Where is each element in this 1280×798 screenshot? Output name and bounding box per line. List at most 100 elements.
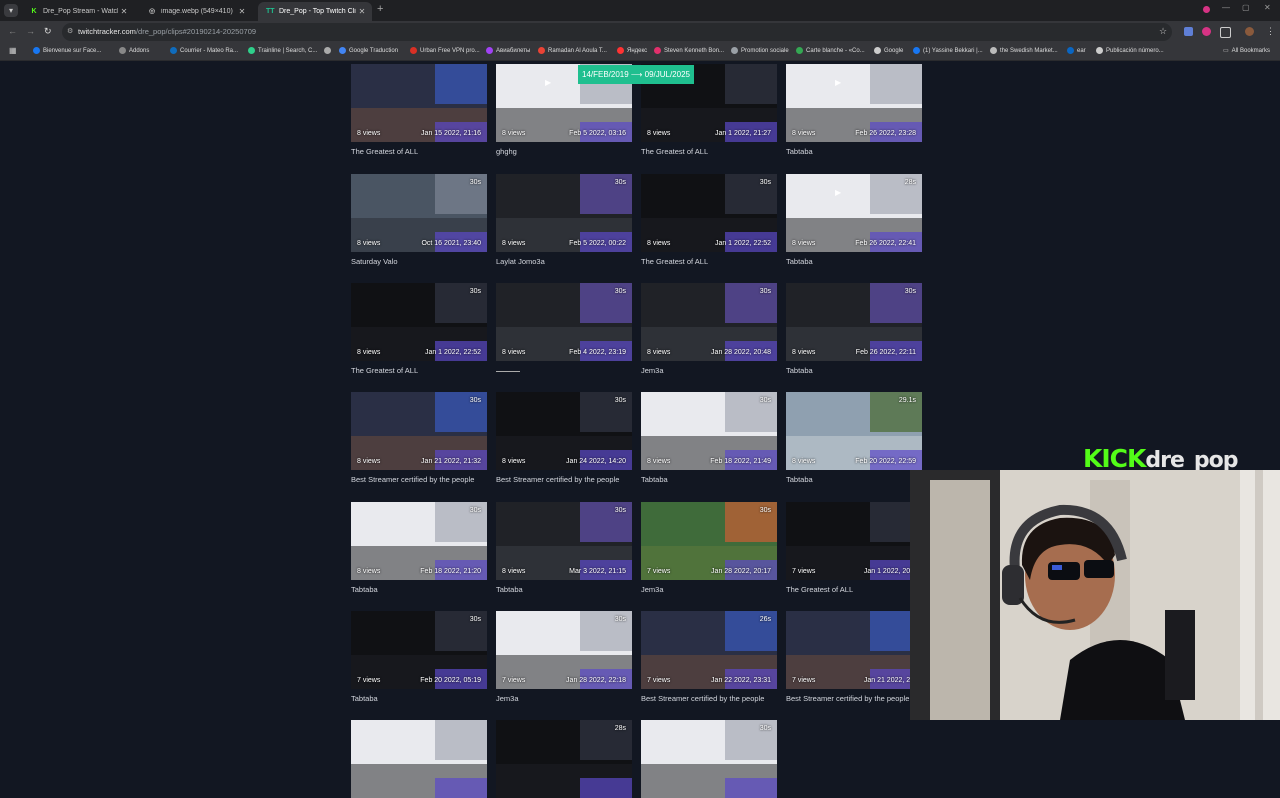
- clip-views: 8 views: [792, 349, 816, 356]
- clip-title[interactable]: Tabtaba: [786, 475, 813, 484]
- clip-thumbnail[interactable]: ▶ 28s 8 views Feb 26 2022, 22:41: [786, 174, 922, 252]
- clip-title[interactable]: Tabtaba: [786, 147, 813, 156]
- clip-thumbnail[interactable]: 30s 8 views Oct 16 2021, 23:40: [351, 174, 487, 252]
- minimize-button[interactable]: —: [1222, 3, 1230, 12]
- clip-title[interactable]: Best Streamer certified by the people: [496, 475, 619, 484]
- bookmark-item[interactable]: Courrier - Mateo Ra...: [170, 47, 238, 54]
- bookmark-item[interactable]: Авиабилеты: [486, 47, 530, 54]
- clip-thumbnail[interactable]: 30s 8 views Feb 26 2022, 22:11: [786, 283, 922, 361]
- clip-title[interactable]: ghghg: [496, 147, 517, 156]
- clip-thumbnail[interactable]: 30s 8 views Jan 24 2022, 14:20: [496, 392, 632, 470]
- clip-thumbnail[interactable]: 30s 7 views Jan 28 2022, 20:17: [641, 502, 777, 580]
- folder-icon: ▭: [1223, 48, 1229, 54]
- date-range-badge[interactable]: 14/FEB/2019 ⟶ 09/JUL/2025: [578, 65, 694, 84]
- profile-dot-icon[interactable]: [1203, 6, 1210, 13]
- new-tab-button[interactable]: +: [377, 3, 383, 15]
- clip-title[interactable]: Best Streamer certified by the people: [351, 475, 474, 484]
- clip-thumbnail[interactable]: 30s: [641, 720, 777, 798]
- clip-thumbnail[interactable]: 28s: [496, 720, 632, 798]
- maximize-button[interactable]: ▢: [1242, 3, 1250, 12]
- apps-grid-icon[interactable]: ▦: [9, 46, 17, 55]
- extensions-puzzle-icon[interactable]: [1220, 27, 1231, 38]
- bookmark-item[interactable]: the Swedish Market...: [990, 47, 1058, 54]
- bookmark-item[interactable]: Яндекс: [617, 47, 647, 54]
- clip-title-empty[interactable]: [496, 371, 520, 372]
- reload-icon[interactable]: ↻: [44, 26, 52, 37]
- clip-thumbnail[interactable]: 30s 8 views Feb 18 2022, 21:49: [641, 392, 777, 470]
- clip-title[interactable]: Jem3a: [641, 585, 664, 594]
- clip-title[interactable]: Tabtaba: [351, 694, 378, 703]
- clip-thumbnail[interactable]: ▶ 8 views Feb 26 2022, 23:28: [786, 64, 922, 142]
- clip-title[interactable]: Saturday Valo: [351, 257, 398, 266]
- bookmark-item[interactable]: Urban Free VPN pro...: [410, 47, 480, 54]
- bookmark-star-icon[interactable]: ☆: [1159, 26, 1167, 37]
- clip-thumbnail[interactable]: 8 views Jan 15 2022, 21:16: [351, 64, 487, 142]
- browser-tab[interactable]: K Dre_Pop Stream - Watch Live o ✕: [22, 2, 134, 21]
- clip-thumbnail[interactable]: 30s 8 views Jan 1 2022, 22:52: [641, 174, 777, 252]
- extension-icon[interactable]: [1184, 27, 1193, 36]
- clip-title[interactable]: Best Streamer certified by the people: [786, 694, 909, 703]
- site-info-icon[interactable]: ⚙: [67, 27, 73, 35]
- close-window-button[interactable]: ✕: [1264, 3, 1271, 12]
- clip-thumbnail[interactable]: 30s 8 views Feb 5 2022, 00:22: [496, 174, 632, 252]
- browser-tab[interactable]: ◎ image.webp (549×410) ✕: [140, 2, 252, 21]
- bookmark-label: ear: [1077, 47, 1086, 54]
- clip-thumbnail[interactable]: 30s 8 views Feb 18 2022, 21:20: [351, 502, 487, 580]
- clip-thumbnail[interactable]: 26s 7 views Jan 22 2022, 23:31: [641, 611, 777, 689]
- clip-thumbnail[interactable]: 30s 8 views Jan 1 2022, 22:52: [351, 283, 487, 361]
- tab-close-icon[interactable]: ✕: [118, 7, 130, 16]
- clip-thumbnail[interactable]: [351, 720, 487, 798]
- bookmark-item[interactable]: Carte blanche - «Co...: [796, 47, 865, 54]
- clip-thumbnail[interactable]: 30s 8 views Mar 3 2022, 21:15: [496, 502, 632, 580]
- bookmark-item[interactable]: Google: [874, 47, 903, 54]
- clip-title[interactable]: The Greatest of ALL: [641, 257, 708, 266]
- profile-avatar[interactable]: [1245, 27, 1254, 36]
- extension-icon[interactable]: [1202, 27, 1211, 36]
- clip-title[interactable]: Laylat Jomo3a: [496, 257, 545, 266]
- bookmark-item[interactable]: [324, 47, 334, 54]
- tab-search-button[interactable]: ▾: [4, 4, 18, 17]
- tab-close-icon[interactable]: ✕: [236, 7, 248, 16]
- bookmark-item[interactable]: Ramadan Al Aoula T...: [538, 47, 607, 54]
- bookmark-item[interactable]: ear: [1067, 47, 1086, 54]
- all-bookmarks-folder[interactable]: ▭ All Bookmarks: [1223, 47, 1270, 55]
- clip-thumbnail[interactable]: 27 viewsJan 1 2022, 20:5: [786, 502, 922, 580]
- clip-title[interactable]: Tabtaba: [496, 585, 523, 594]
- menu-kebab-icon[interactable]: ⋮: [1266, 26, 1275, 37]
- clip-thumbnail[interactable]: 30s 8 views Jan 21 2022, 21:32: [351, 392, 487, 470]
- tab-title: Dre_Pop - Top Twitch Clips - Tw: [279, 8, 356, 15]
- bookmark-favicon-icon: [796, 47, 803, 54]
- bookmark-item[interactable]: Google Traduction: [339, 47, 398, 54]
- clip-title[interactable]: The Greatest of ALL: [351, 366, 418, 375]
- clip-title[interactable]: Best Streamer certified by the people: [641, 694, 764, 703]
- tab-close-icon[interactable]: ✕: [356, 7, 368, 16]
- bookmark-item[interactable]: Publicación número...: [1096, 47, 1164, 54]
- browser-tab[interactable]: TT Dre_Pop - Top Twitch Clips - Tw ✕: [258, 2, 372, 21]
- forward-icon[interactable]: →: [26, 26, 35, 36]
- clip-title[interactable]: Tabtaba: [351, 585, 378, 594]
- bookmark-item[interactable]: (1) Yassine Bekkari |...: [913, 47, 983, 54]
- clip-thumbnail[interactable]: 30s 7 views Feb 20 2022, 05:19: [351, 611, 487, 689]
- clip-title[interactable]: Tabtaba: [786, 366, 813, 375]
- clip-thumbnail[interactable]: 30s 8 views Jan 28 2022, 20:48: [641, 283, 777, 361]
- bookmark-item[interactable]: Steven Kenneth Bon...: [654, 47, 724, 54]
- clip-title[interactable]: The Greatest of ALL: [641, 147, 708, 156]
- back-icon[interactable]: ←: [8, 26, 17, 36]
- clip-title[interactable]: The Greatest of ALL: [786, 585, 853, 594]
- clip-title[interactable]: Tabtaba: [786, 257, 813, 266]
- clip-thumbnail[interactable]: 30s 8 views Feb 4 2022, 23:19: [496, 283, 632, 361]
- clip-title[interactable]: Jem3a: [641, 366, 664, 375]
- clip-thumbnail[interactable]: 30s 7 views Jan 28 2022, 22:18: [496, 611, 632, 689]
- clip-date: Jan 1 2022, 20:5: [863, 568, 916, 575]
- clip-thumbnail[interactable]: 29.1s 8 views Feb 20 2022, 22:59: [786, 392, 922, 470]
- bookmark-item[interactable]: Trainline | Search, C...: [248, 47, 317, 54]
- clip-title[interactable]: Jem3a: [496, 694, 519, 703]
- clip-title[interactable]: Tabtaba: [641, 475, 668, 484]
- bookmark-item[interactable]: Bienvenue sur Face...: [33, 47, 101, 54]
- bookmark-favicon-icon: [538, 47, 545, 54]
- bookmark-item[interactable]: Promotion sociale: [731, 47, 789, 54]
- address-bar[interactable]: ⚙ twitchtracker.com/dre_pop/clips#201902…: [62, 23, 1172, 41]
- clip-title[interactable]: The Greatest of ALL: [351, 147, 418, 156]
- clip-thumbnail[interactable]: 37 viewsJan 21 2022, 22:: [786, 611, 922, 689]
- bookmark-item[interactable]: Addons: [119, 47, 149, 54]
